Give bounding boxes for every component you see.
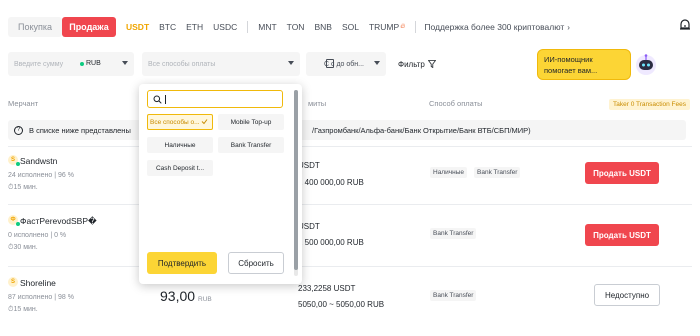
payment-tag: Bank Transfer <box>430 290 477 301</box>
alarm-icon[interactable] <box>678 18 692 32</box>
limit-range: 5050,00 ~ 5050,00 RUB <box>298 300 385 309</box>
price: 93,00 RUB <box>160 288 212 304</box>
tab-buy[interactable]: Покупка <box>8 17 62 37</box>
notice-text-start: В списке ниже представлены <box>29 125 131 135</box>
sell-usdt-button[interactable]: Продать USDT <box>585 162 659 184</box>
notice-banner: ? В списке ниже представлены /Газпромбан… <box>8 120 686 140</box>
ai-assistant-bubble[interactable]: ИИ-помощник помогает вам... <box>537 49 631 80</box>
scrollbar[interactable] <box>294 90 298 276</box>
merchant-stats: 87 исполнено | 98 % <box>8 294 74 301</box>
currency-dot-icon <box>80 62 84 66</box>
amount-placeholder: Введите сумму <box>14 60 64 68</box>
coin-btc[interactable]: BTC <box>159 22 176 32</box>
merchant-stats: 0 исполнено | 0 % <box>8 232 67 239</box>
filters-row: Введите сумму RUB Все способы оплаты С с… <box>8 52 436 76</box>
avatar: S <box>8 277 18 287</box>
search-icon <box>153 95 162 104</box>
coin-ton[interactable]: TON <box>287 22 305 32</box>
merchant-stats: 24 исполнено | 96 % <box>8 172 74 179</box>
option-all-methods[interactable]: Все способы о... <box>147 114 213 130</box>
coin-trump[interactable]: TRUMP <box>369 22 399 32</box>
coin-usdc[interactable]: USDC <box>213 22 237 32</box>
coin-sol[interactable]: SOL <box>342 22 359 32</box>
robot-icon[interactable] <box>634 52 658 76</box>
col-merchant: Мерчант <box>8 99 39 108</box>
chevron-right-icon: › <box>567 22 570 32</box>
limit-range: 1 400 000,00 RUB <box>298 178 364 187</box>
payment-placeholder: Все способы оплаты <box>148 60 216 68</box>
fire-icon: 🔥︎ <box>400 23 406 30</box>
option-mobile-topup[interactable]: Mobile Top-up <box>218 114 284 130</box>
option-bank-transfer[interactable]: Bank Transfer <box>218 137 284 153</box>
taker-fee-badge: Taker 0 Transaction Fees <box>609 99 690 110</box>
merchant-time: ⏱︎15 мин. <box>8 306 38 313</box>
row-divider <box>8 204 692 205</box>
currency-label: RUB <box>86 60 101 67</box>
divider <box>415 21 417 33</box>
merchant-time: ⏱︎30 мин. <box>8 244 38 251</box>
table-row: Ф ФастPerevodSBP� 0 исполнено | 0 % ⏱︎30… <box>8 204 692 266</box>
check-icon <box>201 119 208 125</box>
col-payment: Способ оплаты <box>429 99 483 108</box>
support-link[interactable]: Поддержка более 300 криптовалют <box>424 22 564 32</box>
col-limits: миты <box>308 99 327 108</box>
text-cursor <box>165 95 166 104</box>
available-amount: 233,2258 USDT <box>298 284 356 293</box>
divider <box>247 21 249 33</box>
avatar: Ф <box>8 215 20 226</box>
confirm-button[interactable]: Подтвердить <box>147 252 217 274</box>
payment-tag: Наличные <box>430 167 467 178</box>
payment-method-dropdown: Все способы о... Mobile Top-up Наличные … <box>139 84 302 284</box>
filter-button[interactable]: Фильтр <box>398 60 436 69</box>
row-divider <box>8 146 692 147</box>
merchant-name[interactable]: Shoreline <box>20 278 56 288</box>
calendar-icon <box>326 59 334 68</box>
coin-mnt[interactable]: MNT <box>258 22 276 32</box>
reset-button[interactable]: Сбросить <box>228 252 284 274</box>
chevron-down-icon <box>288 61 294 65</box>
avatar: S <box>8 155 20 166</box>
payment-tag: Bank Transfer <box>430 228 477 239</box>
filter-label: Фильтр <box>398 59 425 69</box>
chevron-down-icon <box>374 61 380 65</box>
merchant-name[interactable]: Sandwstn <box>20 156 57 166</box>
row-divider <box>8 266 692 267</box>
amount-input[interactable]: Введите сумму RUB <box>8 52 134 76</box>
payment-search-input[interactable] <box>147 90 283 108</box>
unavailable-button[interactable]: Недоступно <box>594 284 660 306</box>
chevron-down-icon <box>122 61 128 65</box>
date-select[interactable]: С с до обн... <box>306 52 386 76</box>
option-cash[interactable]: Наличные <box>147 137 213 153</box>
merchant-time: ⏱︎15 мин. <box>8 184 38 191</box>
trade-tabs-row: Покупка Продажа USDT BTC ETH USDC MNT TO… <box>8 16 692 38</box>
merchant-name[interactable]: ФастPerevodSBP� <box>20 216 97 227</box>
info-icon: ? <box>14 125 23 135</box>
coin-usdt[interactable]: USDT <box>126 22 149 32</box>
coin-eth[interactable]: ETH <box>186 22 203 32</box>
coin-bnb[interactable]: BNB <box>314 22 331 32</box>
tab-sell[interactable]: Продажа <box>62 17 116 37</box>
payment-method-select[interactable]: Все способы оплаты <box>142 52 300 76</box>
table-header: Мерчант миты Способ оплаты Taker 0 Trans… <box>8 99 692 111</box>
notice-text-end: /Газпромбанк/Альфа-банк/Банк Открытие/Ба… <box>312 125 531 135</box>
table-row: S Shoreline 87 исполнено | 98 % ⏱︎15 мин… <box>8 266 692 336</box>
funnel-icon <box>427 60 436 68</box>
table-row: S Sandwstn 24 исполнено | 96 % ⏱︎15 мин.… <box>8 142 692 204</box>
option-cash-deposit[interactable]: Cash Deposit t... <box>147 160 213 176</box>
sell-usdt-button[interactable]: Продать USDT <box>585 224 659 246</box>
scrollbar-thumb[interactable] <box>294 90 298 270</box>
payment-tag: Bank Transfer <box>474 167 521 178</box>
limit-range: 1 500 000,00 RUB <box>298 238 364 247</box>
